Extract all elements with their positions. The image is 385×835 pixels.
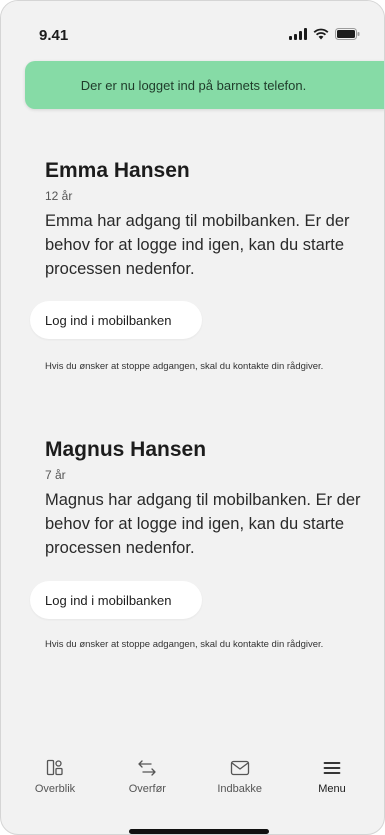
child-age: 12 år	[45, 189, 73, 203]
stop-access-note: Hvis du ønsker at stoppe adgangen, skal …	[45, 639, 324, 650]
toast-message: Der er nu logget ind på barnets telefon.	[80, 77, 307, 93]
status-time: 9.41	[39, 27, 69, 44]
child-card: Emma Hansen 12 år Emma har adgang til mo…	[45, 159, 365, 281]
wifi-icon	[313, 28, 329, 40]
child-name: Magnus Hansen	[45, 438, 207, 461]
home-indicator[interactable]	[129, 829, 269, 834]
tab-label: Indbakke	[217, 783, 262, 795]
status-bar: 9.41	[1, 1, 384, 61]
tab-label: Overfør	[128, 783, 166, 795]
hamburger-menu-icon	[323, 757, 341, 779]
tab-overfor[interactable]: Overfør	[117, 757, 177, 817]
login-mobilebank-button[interactable]: Log ind i mobilbanken	[30, 301, 202, 339]
envelope-icon	[230, 757, 250, 779]
child-description: Emma har adgang til mobilbanken. Er der …	[45, 212, 350, 278]
tab-menu[interactable]: Menu	[302, 757, 362, 817]
child-card: Magnus Hansen 7 år Magnus har adgang til…	[45, 438, 365, 560]
login-mobilebank-button[interactable]: Log ind i mobilbanken	[30, 581, 202, 619]
login-success-toast: Der er nu logget ind på barnets telefon.	[25, 61, 384, 109]
transfer-arrows-icon	[136, 757, 158, 779]
battery-icon	[335, 28, 360, 40]
status-icons	[289, 28, 360, 40]
bottom-tab-bar: Overblik Overfør Indbakke Menu	[1, 757, 384, 817]
tab-label: Overblik	[34, 783, 76, 795]
phone-screen: 9.41 Der er nu logget ind på barnets tel…	[0, 0, 385, 835]
tab-label: Menu	[318, 783, 346, 795]
tab-overblik[interactable]: Overblik	[25, 757, 85, 817]
child-description: Magnus har adgang til mobilbanken. Er de…	[45, 491, 361, 557]
child-age: 7 år	[45, 468, 66, 482]
tab-indbakke[interactable]: Indbakke	[210, 757, 270, 817]
overview-icon	[46, 757, 64, 779]
stop-access-note: Hvis du ønsker at stoppe adgangen, skal …	[45, 361, 324, 372]
signal-icon	[289, 28, 307, 40]
child-name: Emma Hansen	[45, 159, 190, 182]
